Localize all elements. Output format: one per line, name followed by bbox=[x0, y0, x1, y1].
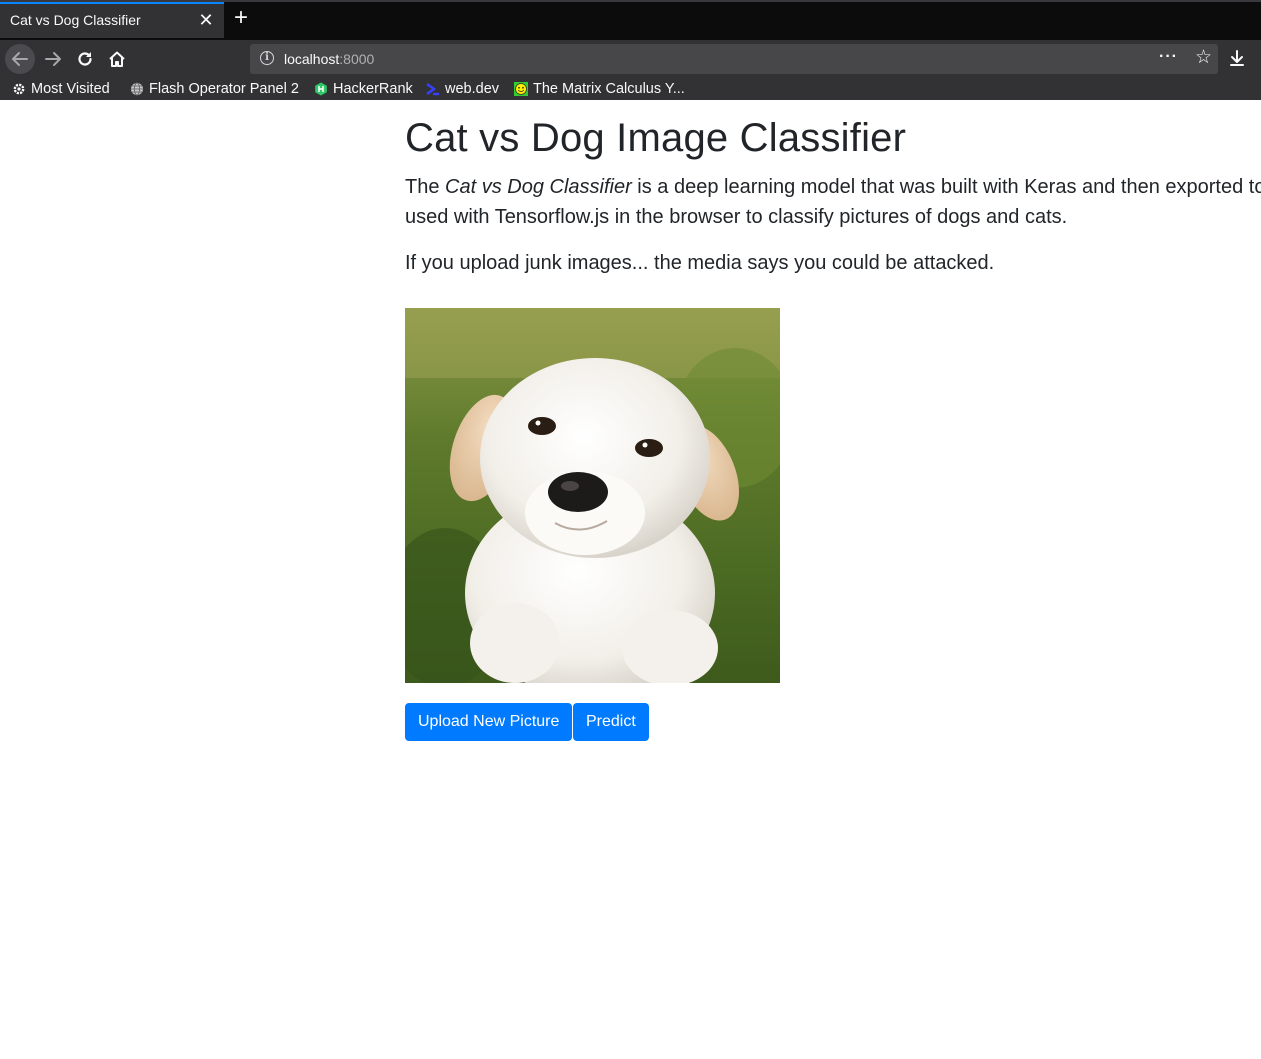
navigation-toolbar: i localhost:8000 ··· ☆ bbox=[0, 40, 1261, 76]
upload-picture-button[interactable]: Upload New Picture bbox=[405, 703, 573, 741]
bookmark-label: HackerRank bbox=[333, 81, 413, 97]
bookmarks-toolbar: Most Visited Flash Operator Panel 2 Hack… bbox=[0, 76, 1261, 103]
predict-button[interactable]: Predict bbox=[573, 703, 649, 741]
url-host: localhost bbox=[284, 51, 340, 67]
intro-text-before: The bbox=[405, 176, 446, 198]
home-button[interactable] bbox=[102, 44, 132, 74]
new-tab-icon[interactable]: + bbox=[229, 6, 253, 31]
info-icon[interactable]: i bbox=[260, 51, 274, 65]
bookmark-hackerrank[interactable]: HackerRank bbox=[314, 79, 413, 99]
url-bar[interactable]: i localhost:8000 ··· ☆ bbox=[250, 44, 1218, 74]
uploaded-image bbox=[405, 308, 780, 683]
bookmark-most-visited[interactable]: Most Visited bbox=[12, 79, 110, 99]
warning-paragraph: If you upload junk images... the media s… bbox=[405, 252, 995, 274]
webdev-icon bbox=[426, 83, 439, 96]
browser-chrome: Cat vs Dog Classifier ✕ + i localhost:80… bbox=[0, 0, 1261, 103]
page-title: Cat vs Dog Image Classifier bbox=[405, 116, 907, 160]
bookmark-web-dev[interactable]: web.dev bbox=[426, 79, 499, 99]
intro-paragraph: The Cat vs Dog Classifier is a deep lear… bbox=[405, 172, 1261, 232]
home-icon bbox=[109, 51, 125, 67]
more-actions-icon[interactable]: ··· bbox=[1159, 48, 1178, 66]
back-button[interactable] bbox=[5, 44, 35, 74]
reload-button[interactable] bbox=[70, 44, 100, 74]
intro-model-name: Cat vs Dog Classifier bbox=[445, 176, 632, 198]
url-port: :8000 bbox=[339, 51, 375, 67]
page-body: Cat vs Dog Image Classifier The Cat vs D… bbox=[0, 100, 1261, 1059]
active-tab[interactable]: Cat vs Dog Classifier ✕ bbox=[0, 2, 224, 38]
url-text[interactable]: localhost:8000 bbox=[284, 51, 374, 67]
bookmark-label: Flash Operator Panel 2 bbox=[149, 81, 299, 97]
close-icon[interactable]: ✕ bbox=[196, 10, 216, 30]
hackerrank-icon bbox=[315, 82, 327, 96]
tab-strip: Cat vs Dog Classifier ✕ + bbox=[0, 0, 1261, 40]
forward-arrow-icon bbox=[45, 52, 61, 66]
bookmark-flash-operator-panel[interactable]: Flash Operator Panel 2 bbox=[130, 79, 299, 99]
bookmark-label: The Matrix Calculus Y... bbox=[533, 81, 685, 97]
bookmark-star-icon[interactable]: ☆ bbox=[1195, 48, 1212, 68]
download-icon bbox=[1230, 50, 1244, 66]
bookmark-matrix-calculus[interactable]: The Matrix Calculus Y... bbox=[514, 79, 685, 99]
globe-icon bbox=[131, 82, 143, 96]
smiley-icon bbox=[514, 82, 528, 96]
forward-button[interactable] bbox=[38, 44, 68, 74]
tab-title: Cat vs Dog Classifier bbox=[10, 12, 141, 28]
back-arrow-icon bbox=[12, 52, 28, 66]
bookmark-label: Most Visited bbox=[31, 81, 110, 97]
puppy-image bbox=[405, 308, 780, 683]
reload-icon bbox=[78, 52, 92, 66]
bookmark-label: web.dev bbox=[445, 81, 500, 97]
download-button[interactable] bbox=[1226, 47, 1248, 69]
gear-icon bbox=[13, 83, 25, 95]
